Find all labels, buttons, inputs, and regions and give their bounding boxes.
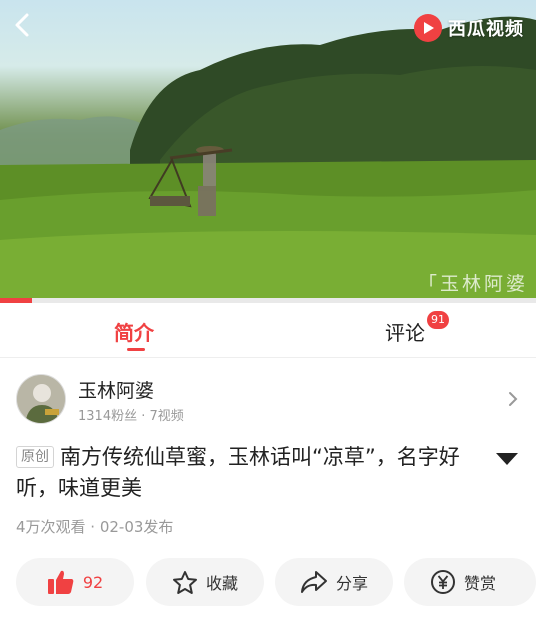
like-count: 92 (82, 572, 104, 592)
favorite-label: 收藏 (205, 574, 238, 593)
reward-button[interactable]: 赞赏 (404, 558, 536, 606)
author-stats: 1314粉丝 · 7视频 (78, 409, 184, 424)
brand-logo: 西瓜视频 (414, 14, 524, 42)
tab-comments[interactable]: 评论 91 (385, 311, 449, 346)
video-title-block: 原创 南方传统仙草蜜，玉林话叫“凉草”，名字好听，味道更美 (16, 442, 486, 504)
chevron-right-icon[interactable] (506, 390, 520, 408)
triangle-down-icon[interactable] (496, 452, 518, 466)
back-arrow-icon[interactable] (8, 10, 38, 40)
author-row[interactable]: 玉林阿婆 1314粉丝 · 7视频 (16, 372, 526, 428)
share-arrow-icon (300, 571, 327, 593)
share-label: 分享 (335, 574, 368, 593)
action-bar: 92 收藏 分享 赞赏 (16, 558, 536, 606)
brand-name: 西瓜视频 (448, 19, 524, 40)
share-button[interactable]: 分享 (275, 558, 393, 606)
tab-intro-label: 简介 (114, 321, 154, 345)
star-icon (172, 570, 197, 594)
video-frame-image (0, 16, 536, 300)
active-tab-indicator (127, 348, 145, 351)
favorite-button[interactable]: 收藏 (146, 558, 264, 606)
avatar[interactable] (16, 374, 66, 424)
tab-comments-label: 评论 (385, 321, 425, 345)
tab-intro[interactable]: 简介 (114, 317, 154, 351)
comments-count-badge: 91 (427, 311, 449, 329)
video-player[interactable]: 西瓜视频 「玉林阿婆 (0, 0, 536, 300)
video-watermark: 「玉林阿婆 (417, 273, 528, 295)
video-title: 南方传统仙草蜜，玉林话叫“凉草”，名字好听，味道更美 (16, 445, 460, 500)
thumbs-up-icon (47, 570, 74, 594)
video-meta: 4万次观看 · 02-03发布 (16, 518, 174, 536)
play-logo-icon (414, 14, 442, 42)
like-button[interactable]: 92 (16, 558, 134, 606)
author-name[interactable]: 玉林阿婆 (78, 376, 154, 403)
yuan-coin-icon (431, 570, 455, 594)
reward-label: 赞赏 (464, 574, 497, 593)
original-tag: 原创 (16, 446, 54, 468)
tab-bar: 简介 评论 91 (0, 303, 536, 358)
avatar-image (17, 375, 65, 423)
